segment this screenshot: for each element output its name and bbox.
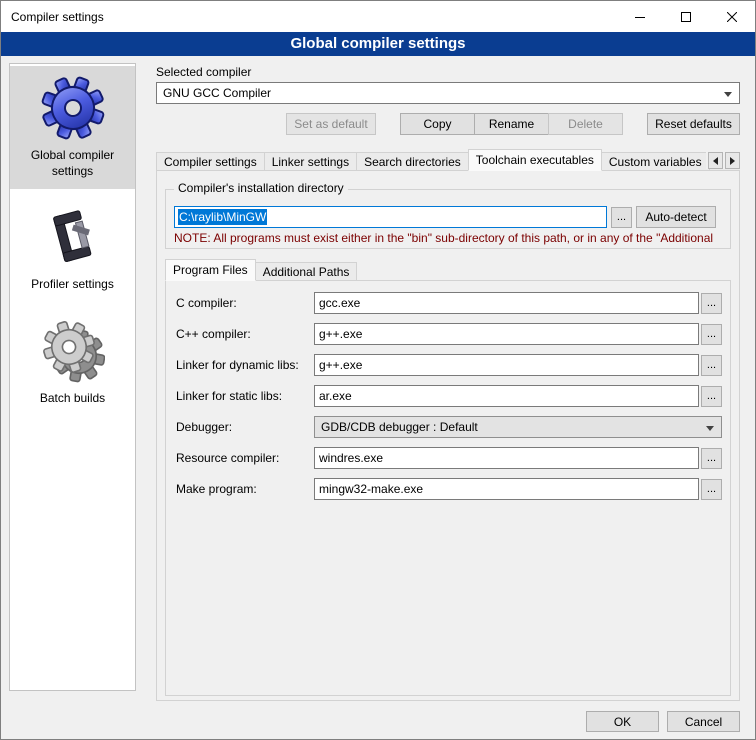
minimize-icon [635,12,645,22]
arrow-right-icon [730,157,735,165]
program-files-tabs: Program Files Additional Paths [165,259,731,281]
field-row-debugger: Debugger: GDB/CDB debugger : Default [176,416,722,438]
selected-compiler-value: GNU GCC Compiler [163,86,271,100]
chevron-down-icon [724,92,732,97]
tab-linker-settings[interactable]: Linker settings [264,152,357,171]
sidebar-item-label: Profiler settings [31,277,114,293]
install-dir-input[interactable]: C:\raylib\MinGW [174,206,607,228]
maximize-button[interactable] [663,1,709,32]
field-label: Linker for static libs: [176,389,314,403]
install-dir-browse-button[interactable]: ... [611,207,632,228]
field-label: Resource compiler: [176,451,314,465]
chevron-down-icon [706,426,714,431]
gray-gears-icon [41,319,105,383]
c-compiler-browse-button[interactable]: ... [701,293,722,314]
maximize-icon [681,12,691,22]
tab-custom-variables[interactable]: Custom variables [601,152,710,171]
c-compiler-input[interactable] [314,292,699,314]
window-title: Compiler settings [1,10,104,24]
installation-directory-row: C:\raylib\MinGW ... Auto-detect [174,206,716,228]
cpp-compiler-input[interactable] [314,323,699,345]
tab-scroll-right-button[interactable] [725,152,740,169]
installation-directory-group: Compiler's installation directory C:\ray… [165,189,731,249]
selected-compiler-label: Selected compiler [156,65,251,79]
installation-note: NOTE: All programs must exist either in … [174,231,728,245]
delete-button: Delete [548,113,623,135]
linker-static-browse-button[interactable]: ... [701,386,722,407]
compiler-actions: Set as default Copy Rename Delete Reset … [156,113,740,135]
field-row-make-program: Make program: ... [176,478,722,500]
tab-scroll-arrows [706,152,740,169]
tab-additional-paths[interactable]: Additional Paths [255,262,358,281]
debugger-selected-value: GDB/CDB debugger : Default [321,420,478,434]
profiler-clamp-icon [41,205,105,269]
compiler-settings-dialog: Compiler settings Global compiler settin… [0,0,756,740]
rename-button[interactable]: Rename [474,113,549,135]
compiler-settings-tabs: Compiler settings Linker settings Search… [156,149,740,171]
field-label: C++ compiler: [176,327,314,341]
field-row-cpp-compiler: C++ compiler: ... [176,323,722,345]
set-as-default-button: Set as default [286,113,376,135]
arrow-left-icon [713,157,718,165]
selected-compiler-combobox[interactable]: GNU GCC Compiler [156,82,740,104]
titlebar: Compiler settings [1,1,755,32]
main-panel: Selected compiler GNU GCC Compiler Set a… [146,56,747,739]
tab-scroll-left-button[interactable] [708,152,723,169]
resource-compiler-browse-button[interactable]: ... [701,448,722,469]
field-row-linker-dynamic: Linker for dynamic libs: ... [176,354,722,376]
tab-search-directories[interactable]: Search directories [356,152,469,171]
reset-defaults-button[interactable]: Reset defaults [647,113,740,135]
dialog-footer: OK Cancel [586,711,740,732]
auto-detect-button[interactable]: Auto-detect [636,206,716,228]
program-files-panel: C compiler: ... C++ compiler: ... [165,280,731,696]
close-icon [727,12,737,22]
install-dir-selected-text: C:\raylib\MinGW [178,209,267,225]
sidebar-item-label: Batch builds [40,391,105,407]
sidebar-item-profiler-settings[interactable]: Profiler settings [10,195,135,303]
debugger-select[interactable]: GDB/CDB debugger : Default [314,416,722,438]
make-program-input[interactable] [314,478,699,500]
close-button[interactable] [709,1,755,32]
copy-button[interactable]: Copy [400,113,475,135]
field-label: Linker for dynamic libs: [176,358,314,372]
dialog-client-area: Global compiler settings Profiler settin… [1,56,755,739]
tab-program-files[interactable]: Program Files [165,259,256,281]
window-controls [617,1,755,32]
linker-static-input[interactable] [314,385,699,407]
toolchain-executables-panel: Compiler's installation directory C:\ray… [156,170,740,701]
tab-compiler-settings[interactable]: Compiler settings [156,152,265,171]
field-label: Make program: [176,482,314,496]
field-label: Debugger: [176,420,314,434]
sidebar-item-label: Global compiler settings [12,148,133,179]
dialog-heading: Global compiler settings [1,32,755,56]
make-program-browse-button[interactable]: ... [701,479,722,500]
linker-dynamic-browse-button[interactable]: ... [701,355,722,376]
cancel-button[interactable]: Cancel [667,711,740,732]
blue-gear-icon [41,76,105,140]
resource-compiler-input[interactable] [314,447,699,469]
minimize-button[interactable] [617,1,663,32]
field-row-c-compiler: C compiler: ... [176,292,722,314]
sidebar-item-global-compiler-settings[interactable]: Global compiler settings [10,66,135,189]
field-label: C compiler: [176,296,314,310]
field-row-resource-compiler: Resource compiler: ... [176,447,722,469]
cpp-compiler-browse-button[interactable]: ... [701,324,722,345]
sidebar-item-batch-builds[interactable]: Batch builds [10,309,135,417]
tab-toolchain-executables[interactable]: Toolchain executables [468,149,602,171]
ok-button[interactable]: OK [586,711,659,732]
settings-sidebar: Global compiler settings Profiler settin… [9,63,136,691]
linker-dynamic-input[interactable] [314,354,699,376]
installation-directory-group-title: Compiler's installation directory [174,181,348,195]
field-row-linker-static: Linker for static libs: ... [176,385,722,407]
